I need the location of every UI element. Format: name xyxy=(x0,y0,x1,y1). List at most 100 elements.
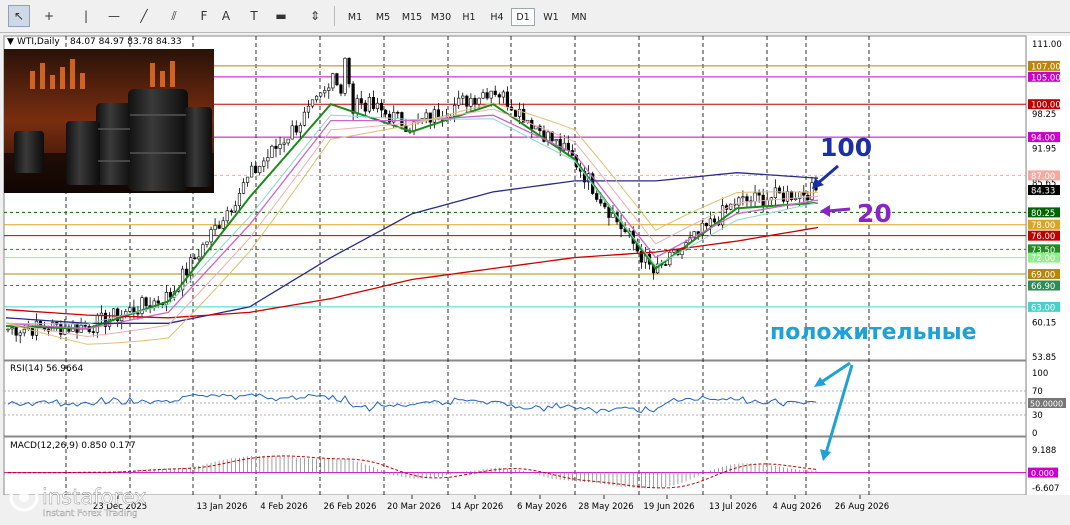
candle-body xyxy=(310,99,315,107)
level-tag-label: 76.00 xyxy=(1031,232,1055,242)
arrows-tool-icon[interactable]: ⇕ xyxy=(304,5,326,27)
time-label: 4 Aug 2026 xyxy=(772,502,821,512)
chart-container[interactable]: ▼ WTI,Daily 84.07 84.97 83.78 84.33 RSI(… xyxy=(0,33,1070,525)
crosshair-tool-icon[interactable]: + xyxy=(38,5,60,27)
candle-body xyxy=(785,191,790,202)
timeframe-m5[interactable]: M5 xyxy=(371,8,395,26)
candle-body xyxy=(664,264,668,266)
candle-body xyxy=(298,124,302,133)
candle-body xyxy=(339,84,343,94)
candle-body xyxy=(30,327,34,336)
candle-body xyxy=(363,102,367,112)
candle-body xyxy=(128,307,132,312)
macd-tag-label: 0.000 xyxy=(1031,469,1054,478)
horizontal-line-tool-icon[interactable]: — xyxy=(103,5,125,27)
time-label: 6 May 2026 xyxy=(517,502,567,512)
candle-body xyxy=(327,87,331,91)
rectangle-tool-icon[interactable]: ▬ xyxy=(270,5,292,27)
time-label: 19 Jun 2026 xyxy=(643,502,694,512)
candle-body xyxy=(144,297,148,306)
chart-toolbar: ↖ + | — ╱ ⫽ F A T ▬ ⇕ M1 M5 M15 M30 H1 H4 D1 W1 MN xyxy=(0,0,1070,33)
candle-body xyxy=(753,192,757,202)
candle-body xyxy=(745,196,749,202)
candle-body xyxy=(396,112,400,114)
timeframe-m30[interactable]: M30 xyxy=(428,8,454,26)
level-tag-label: 66.90 xyxy=(1031,282,1055,292)
level-tag-label: 63.00 xyxy=(1031,303,1055,313)
rsi-tick: 100 xyxy=(1032,369,1048,379)
candle-body xyxy=(375,102,380,109)
candle-body xyxy=(335,73,339,86)
candle-body xyxy=(181,268,185,291)
candle-body xyxy=(712,218,717,223)
text-label-tool-icon[interactable]: T xyxy=(243,5,265,27)
time-axis: 23 Dec 2025 13 Jan 2026 4 Feb 2026 26 Feb 2… xyxy=(0,495,1070,522)
candle-body xyxy=(274,145,278,149)
price-tick: 98.25 xyxy=(1032,110,1056,120)
timeframe-m1[interactable]: M1 xyxy=(343,8,367,26)
candle-body xyxy=(554,139,558,142)
timeframe-h4[interactable]: H4 xyxy=(486,8,508,26)
time-label: 4 Feb 2026 xyxy=(260,502,308,512)
candle-body xyxy=(607,206,611,218)
candle-body xyxy=(156,300,160,304)
candle-body xyxy=(205,241,209,245)
candle-body xyxy=(99,312,104,316)
candle-body xyxy=(371,96,376,109)
level-tag-label: 105.00 xyxy=(1031,73,1061,83)
candle-body xyxy=(343,57,347,94)
vertical-line-tool-icon[interactable]: | xyxy=(75,5,97,27)
candle-body xyxy=(501,91,505,98)
time-label: 13 Jan 2026 xyxy=(197,502,248,512)
candle-body xyxy=(306,105,311,113)
candle-body xyxy=(757,192,761,196)
candle-body xyxy=(497,94,501,98)
candle-body xyxy=(302,111,307,126)
candle-body xyxy=(213,225,217,230)
level-tag-label: 100.00 xyxy=(1031,101,1061,111)
timeframe-d1[interactable]: D1 xyxy=(511,8,535,26)
level-tag-label: 87.00 xyxy=(1031,172,1055,182)
price-tick: 91.95 xyxy=(1032,144,1056,154)
level-tag-label: 78.00 xyxy=(1031,221,1055,231)
candle-body xyxy=(781,192,786,202)
level-tag-label: 84.33 xyxy=(1031,187,1055,197)
timeframe-m15[interactable]: M15 xyxy=(399,8,425,26)
candle-body xyxy=(359,98,363,104)
candle-body xyxy=(424,112,428,119)
candle-body xyxy=(282,142,286,145)
rsi-title: RSI(14) 56.9664 xyxy=(10,364,83,374)
text-tool-icon[interactable]: A xyxy=(215,5,237,27)
cursor-tool-icon[interactable]: ↖ xyxy=(8,5,30,27)
candle-body xyxy=(221,220,225,229)
candle-body xyxy=(83,324,87,327)
candle-body xyxy=(566,142,570,151)
brand-name: instaforex xyxy=(42,485,147,509)
level-tag-label: 80.25 xyxy=(1031,209,1055,219)
candle-body xyxy=(595,193,599,200)
candle-body xyxy=(270,145,274,158)
collapse-arrow-icon: ▼ xyxy=(7,37,14,47)
timeframe-mn[interactable]: MN xyxy=(567,8,591,26)
price-tick: 60.15 xyxy=(1032,318,1056,328)
candle-body xyxy=(379,102,384,111)
timeframe-w1[interactable]: W1 xyxy=(540,8,562,26)
candle-body xyxy=(217,225,221,229)
candle-body xyxy=(258,166,262,174)
candle-body xyxy=(384,109,388,115)
candle-body xyxy=(22,328,26,334)
macd-panel xyxy=(3,436,1027,496)
candle-body xyxy=(237,193,242,207)
candle-body xyxy=(347,57,351,85)
time-label: 14 Apr 2026 xyxy=(451,502,504,512)
candle-body xyxy=(245,176,250,183)
macd-tick: -6.607 xyxy=(1032,484,1059,494)
fibonacci-tool-icon[interactable]: F xyxy=(193,5,215,27)
trend-line-tool-icon[interactable]: ╱ xyxy=(133,5,155,27)
candle-body xyxy=(513,109,518,117)
level-tag-label: 94.00 xyxy=(1031,134,1055,144)
timeframe-h1[interactable]: H1 xyxy=(458,8,480,26)
candle-body xyxy=(91,331,95,333)
equidistant-channel-tool-icon[interactable]: ⫽ xyxy=(163,5,185,27)
annotation-positive: положительные xyxy=(770,320,977,345)
